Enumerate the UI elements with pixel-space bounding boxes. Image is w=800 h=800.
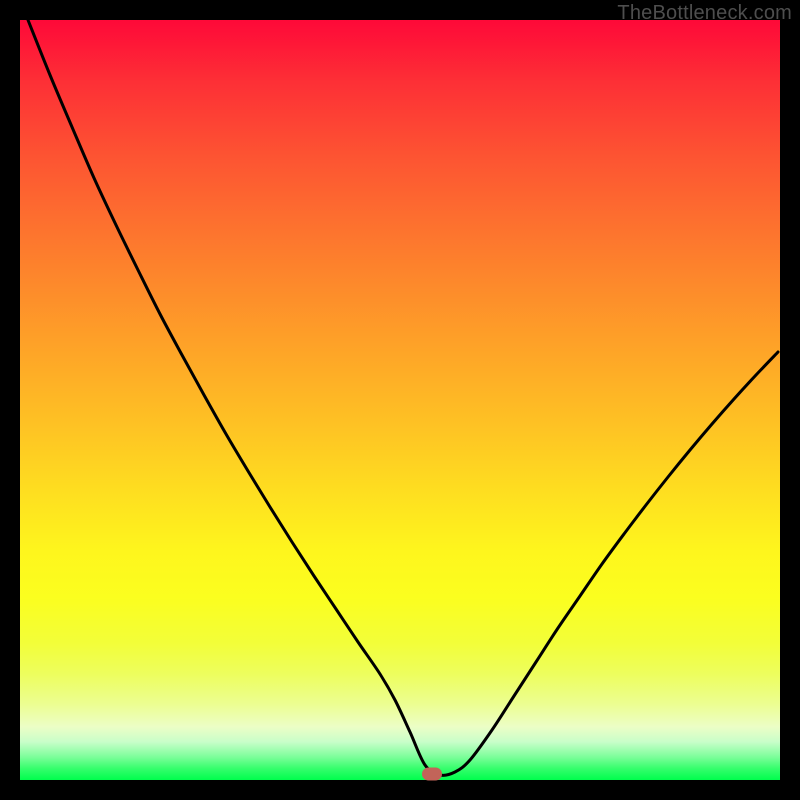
bottleneck-curve xyxy=(20,20,780,780)
optimal-point-marker xyxy=(422,768,442,781)
chart-plot-area xyxy=(20,20,780,780)
